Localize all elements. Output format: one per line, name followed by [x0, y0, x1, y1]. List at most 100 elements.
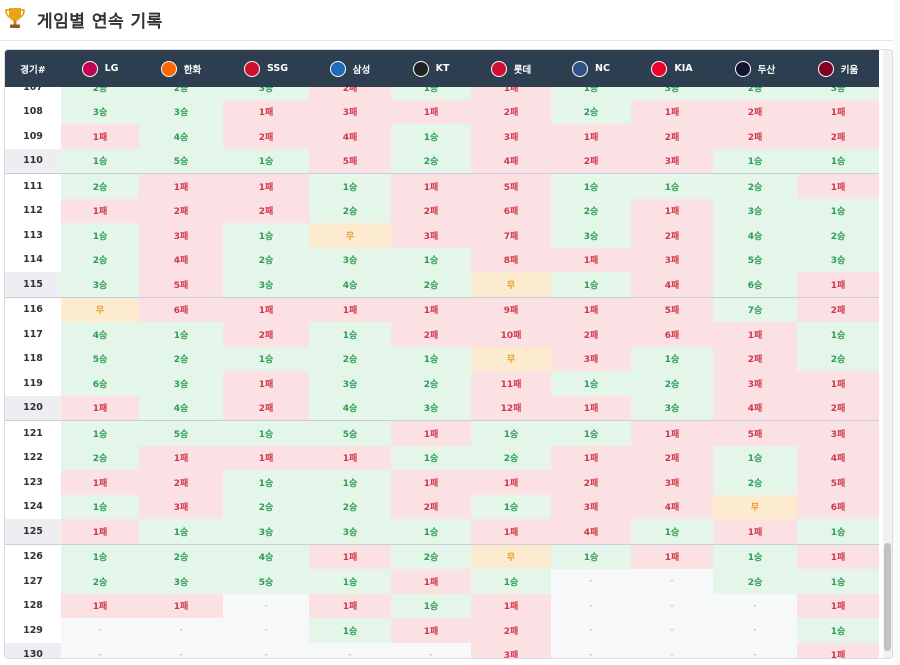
- streak-cell: 1패: [797, 544, 879, 569]
- game-number: 120: [5, 395, 61, 420]
- column-header-team[interactable]: SSG: [223, 50, 309, 87]
- streak-cell: 1승: [223, 421, 309, 446]
- streak-cell: 3승: [309, 371, 391, 396]
- streak-cell: 6패: [139, 297, 223, 322]
- streak-cell: 4승: [309, 395, 391, 420]
- scrollbar-thumb[interactable]: [884, 543, 891, 651]
- streak-cell: 1패: [61, 519, 139, 544]
- streak-cell: 4승: [139, 395, 223, 420]
- column-header-team[interactable]: 롯데: [471, 50, 551, 87]
- team-logo-icon: [160, 60, 177, 77]
- team-name: SSG: [266, 63, 289, 74]
- streak-cell: 3승: [713, 198, 797, 223]
- streak-cell: 1패: [797, 272, 879, 297]
- streak-cell: -: [61, 642, 139, 658]
- team-name: 한화: [183, 64, 202, 76]
- streak-cell: 1패: [139, 174, 223, 199]
- trophy-icon: [5, 8, 25, 28]
- streak-cell: 1승: [391, 346, 471, 371]
- streak-cell: 3패: [139, 494, 223, 519]
- streak-cell: 1승: [551, 371, 631, 396]
- streak-cell: 1패: [309, 593, 391, 618]
- team-name: NC: [595, 63, 610, 74]
- streak-cell: 2승: [797, 223, 879, 248]
- streak-cell: 1패: [61, 124, 139, 149]
- column-header-team[interactable]: KIA: [631, 50, 713, 87]
- streak-cell: 1패: [223, 99, 309, 124]
- table-row: 109 1패 4승 2패 4패 1승 3패 1패 2패 2패 2패: [5, 124, 879, 149]
- streak-cell: 2승: [61, 445, 139, 470]
- streak-cell: 1승: [391, 124, 471, 149]
- page-title: 게임별 연속 기록: [37, 12, 163, 32]
- streak-cell: 3패: [551, 494, 631, 519]
- page-scrollbar[interactable]: [893, 0, 900, 665]
- streak-cell: 2승: [713, 174, 797, 199]
- streak-cell: 1패: [797, 642, 879, 658]
- column-header-team[interactable]: 두산: [713, 50, 797, 87]
- game-number: 121: [5, 421, 61, 446]
- streak-cell: 5패: [139, 272, 223, 297]
- streak-cell: 10패: [471, 322, 551, 347]
- table-row: 112 1패 2패 2패 2승 2패 6패 2승 1패 3승 1승: [5, 198, 879, 223]
- streak-cell: 1패: [223, 174, 309, 199]
- streak-cell: 1승: [223, 148, 309, 173]
- streak-cell: 3승: [223, 519, 309, 544]
- streak-cell: 1승: [139, 322, 223, 347]
- streak-cell: 2패: [391, 322, 471, 347]
- streak-cell: 11패: [471, 371, 551, 396]
- streak-cell: 3패: [797, 421, 879, 446]
- table-row: 129- - -1승 1패 2패 - - -1승: [5, 618, 879, 643]
- table-row: 110 1승 5승 1승 5패 2승 4패 2패 3패 1승 1승: [5, 148, 879, 173]
- streak-cell: 2승: [391, 272, 471, 297]
- streak-cell: 3승: [139, 569, 223, 594]
- streak-cell: 2승: [551, 99, 631, 124]
- streak-cell: 1승: [797, 322, 879, 347]
- streak-cell: -: [223, 593, 309, 618]
- streak-cell: 2패: [139, 198, 223, 223]
- streak-cell: 1패: [139, 593, 223, 618]
- streak-cell: 4패: [631, 494, 713, 519]
- streak-cell: 5패: [309, 148, 391, 173]
- column-header-team[interactable]: 키움: [797, 50, 879, 87]
- streak-cell: 1승: [223, 223, 309, 248]
- streak-cell: 3패: [471, 642, 551, 658]
- streak-cell: 2승: [797, 346, 879, 371]
- team-logo-icon: [817, 60, 834, 77]
- column-header-team[interactable]: NC: [551, 50, 631, 87]
- streak-cell: 1승: [797, 569, 879, 594]
- table-row: 121 1승 5승 1승 5승 1패 1승 1승 1패 5패 3패: [5, 420, 879, 446]
- streak-cell: 1패: [309, 544, 391, 569]
- streak-cell: 1패: [713, 519, 797, 544]
- streak-cell: 5승: [713, 247, 797, 272]
- streak-cell: 무: [471, 544, 551, 569]
- game-number: 114: [5, 247, 61, 272]
- streak-cell: 1승: [61, 421, 139, 446]
- column-header-team[interactable]: KT: [391, 50, 471, 87]
- game-number: 107: [5, 87, 61, 100]
- team-name: 키움: [840, 64, 859, 76]
- streak-cell: 1승: [391, 87, 471, 100]
- game-number: 127: [5, 569, 61, 594]
- streak-cell: 3패: [631, 470, 713, 495]
- column-header-team[interactable]: 한화: [139, 50, 223, 87]
- streak-cell: 1패: [223, 297, 309, 322]
- streak-cell: 3패: [471, 124, 551, 149]
- streak-cell: 1승: [61, 544, 139, 569]
- streak-cell: 1패: [797, 99, 879, 124]
- streak-cell: -: [309, 642, 391, 658]
- table-row: 108 3승 3승 1패 3패 1패 2패 2승 1패 2패 1패: [5, 99, 879, 124]
- streak-cell: 7패: [471, 223, 551, 248]
- team-name: 두산: [757, 64, 776, 76]
- table-row: 116 무 6패 1패 1패 1패 9패 1패 5패 7승 2패: [5, 296, 879, 322]
- table-body[interactable]: 107 2승 2승 3승 2패 1승 1패 1승 3승 2승 3승 108 3승 3승 1패 3패 1패 2패 2승…: [5, 87, 879, 658]
- streak-cell: 3패: [631, 148, 713, 173]
- column-header-team[interactable]: 삼성: [309, 50, 391, 87]
- streak-cell: 2승: [391, 148, 471, 173]
- streak-cell: 1패: [61, 593, 139, 618]
- column-header-team[interactable]: LG: [61, 50, 139, 87]
- table-scrollbar[interactable]: [883, 50, 892, 658]
- streak-cell: 2패: [391, 198, 471, 223]
- streak-cell: 2패: [797, 395, 879, 420]
- streak-cell: 2패: [551, 148, 631, 173]
- streak-cell: 5승: [223, 569, 309, 594]
